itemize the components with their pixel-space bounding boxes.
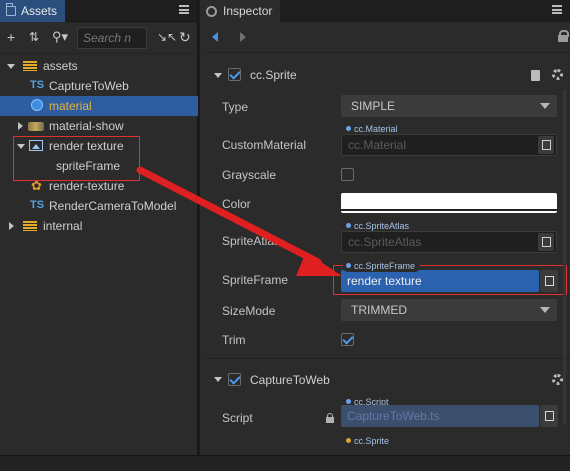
annotation-arrow-shaft [136,166,322,266]
sprite-frame-tag-text: cc.SpriteFrame [354,261,416,271]
sprite-frame-type-tag: cc.SpriteFrame [343,261,421,272]
annotation-arrow [136,166,342,276]
dot-icon [346,263,351,268]
